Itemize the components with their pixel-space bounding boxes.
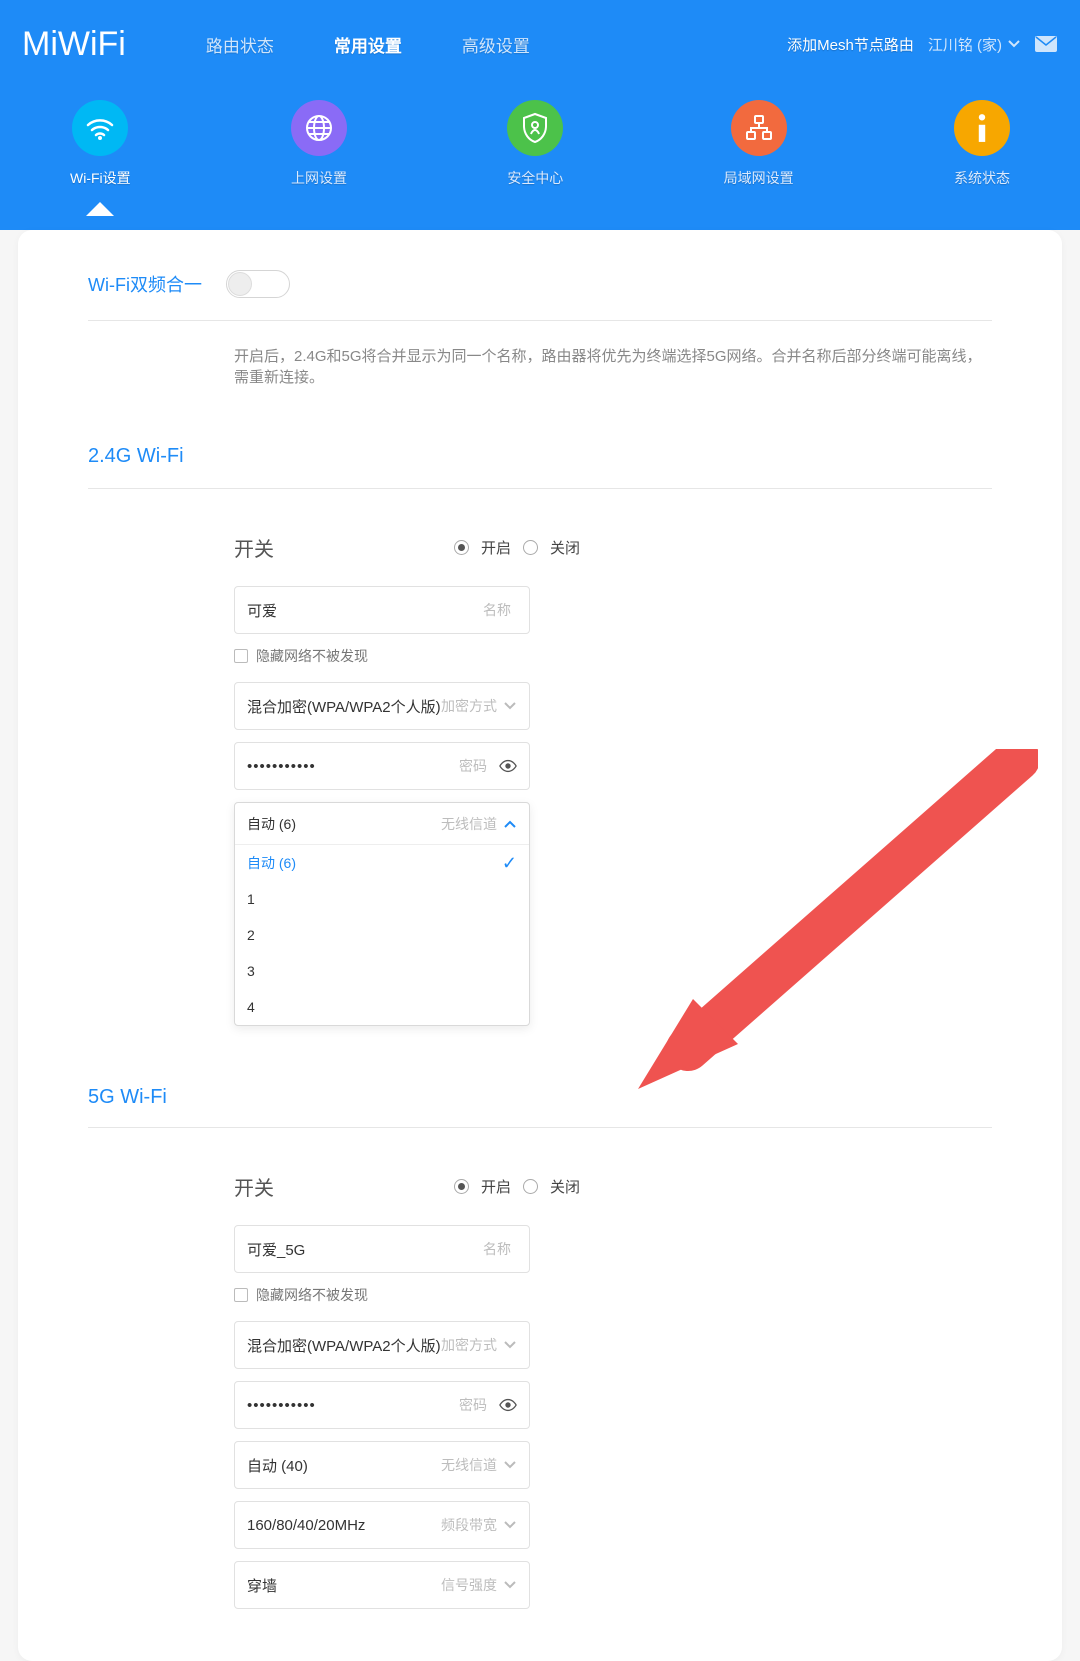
hide-network-row-24g[interactable]: 隐藏网络不被发现 xyxy=(234,646,992,666)
radio-on-24g[interactable] xyxy=(454,540,469,555)
radio-on-5g[interactable] xyxy=(454,1179,469,1194)
user-name: 江川铭 (家) xyxy=(928,34,1002,55)
channel-options-24g: 自动 (6) ✓ 1 2 3 4 xyxy=(235,845,529,1025)
channel-option-2[interactable]: 2 xyxy=(235,917,529,953)
topbar-right: 添加Mesh节点路由 江川铭 (家) xyxy=(787,34,1058,55)
radio-off-5g[interactable] xyxy=(523,1179,538,1194)
channel-option-4[interactable]: 4 xyxy=(235,989,529,1025)
signal-field-5g[interactable]: 穿墙 信号强度 xyxy=(234,1561,530,1609)
name-field-24g[interactable]: 可爱 名称 xyxy=(234,586,530,634)
nav-router-status[interactable]: 路由状态 xyxy=(206,32,274,57)
subnav: Wi-Fi设置 上网设置 安全中心 局域网设置 系统状态 xyxy=(0,80,1080,188)
channel-dropdown-24g: 自动 (6) 无线信道 自动 (6) ✓ 1 2 3 4 xyxy=(234,802,530,1026)
hide-checkbox-24g[interactable] xyxy=(234,649,248,663)
topnav: 路由状态 常用设置 高级设置 xyxy=(206,32,530,57)
chevron-down-icon xyxy=(503,1340,517,1350)
encryption-field-5g[interactable]: 混合加密(WPA/WPA2个人版) 加密方式 xyxy=(234,1321,530,1369)
toggle-knob xyxy=(228,272,252,296)
info-icon xyxy=(954,100,1010,156)
chevron-down-icon xyxy=(1008,40,1020,48)
channel-option-auto[interactable]: 自动 (6) ✓ xyxy=(235,845,529,881)
channel-option-3[interactable]: 3 xyxy=(235,953,529,989)
eye-icon[interactable] xyxy=(499,1398,517,1412)
form-5g: 开关 开启 关闭 可爱_5G 名称 隐藏网络不被发现 混合加密(WPA/WPA2… xyxy=(88,1128,992,1609)
chevron-down-icon xyxy=(503,1580,517,1590)
switch-row-24g: 开关 开启 关闭 xyxy=(234,505,992,586)
name-field-5g[interactable]: 可爱_5G 名称 xyxy=(234,1225,530,1273)
name-value-24g: 可爱 xyxy=(247,600,483,621)
channel-field-5g[interactable]: 自动 (40) 无线信道 xyxy=(234,1441,530,1489)
chevron-up-icon xyxy=(503,819,517,829)
settings-panel: Wi-Fi双频合一 开启后，2.4G和5G将合并显示为同一个名称，路由器将优先为… xyxy=(18,230,1062,1661)
chevron-down-icon xyxy=(503,701,517,711)
encryption-field-24g[interactable]: 混合加密(WPA/WPA2个人版) 加密方式 xyxy=(234,682,530,730)
subnav-internet[interactable]: 上网设置 xyxy=(291,100,347,188)
check-icon: ✓ xyxy=(502,853,517,874)
hide-network-row-5g[interactable]: 隐藏网络不被发现 xyxy=(234,1285,992,1305)
header: MiWiFi 路由状态 常用设置 高级设置 添加Mesh节点路由 江川铭 (家)… xyxy=(0,0,1080,230)
dualband-row: Wi-Fi双频合一 xyxy=(88,270,992,321)
nav-advanced-settings[interactable]: 高级设置 xyxy=(462,32,530,57)
switch-label: 开关 xyxy=(234,533,274,562)
wifi-icon xyxy=(72,100,128,156)
shield-icon xyxy=(507,100,563,156)
subnav-lan[interactable]: 局域网设置 xyxy=(724,100,794,188)
section-5g-title: 5G Wi-Fi xyxy=(88,1026,992,1128)
password-field-5g[interactable]: ••••••••••• 密码 xyxy=(234,1381,530,1429)
nav-common-settings[interactable]: 常用设置 xyxy=(334,32,402,57)
network-icon xyxy=(731,100,787,156)
switch-radios-5g: 开启 关闭 xyxy=(454,1176,580,1197)
dualband-label: Wi-Fi双频合一 xyxy=(88,271,202,297)
dualband-desc: 开启后，2.4G和5G将合并显示为同一个名称，路由器将优先为终端选择5G网络。合… xyxy=(88,321,992,387)
chevron-down-icon xyxy=(503,1460,517,1470)
logo: MiWiFi xyxy=(22,25,126,64)
radio-off-24g[interactable] xyxy=(523,540,538,555)
password-field-24g[interactable]: ••••••••••• 密码 xyxy=(234,742,530,790)
subnav-system[interactable]: 系统状态 xyxy=(954,100,1010,188)
topbar: MiWiFi 路由状态 常用设置 高级设置 添加Mesh节点路由 江川铭 (家) xyxy=(0,8,1080,80)
add-mesh-link[interactable]: 添加Mesh节点路由 xyxy=(787,34,914,55)
eye-icon[interactable] xyxy=(499,759,517,773)
switch-radios-24g: 开启 关闭 xyxy=(454,537,580,558)
bandwidth-field-5g[interactable]: 160/80/40/20MHz 频段带宽 xyxy=(234,1501,530,1549)
switch-row-5g: 开关 开启 关闭 xyxy=(234,1144,992,1225)
dualband-toggle[interactable] xyxy=(226,270,290,298)
subnav-security[interactable]: 安全中心 xyxy=(507,100,563,188)
form-24g: 开关 开启 关闭 可爱 名称 隐藏网络不被发现 混合加密(WPA/WPA2个人版… xyxy=(88,489,992,1026)
hide-checkbox-5g[interactable] xyxy=(234,1288,248,1302)
channel-select-24g[interactable]: 自动 (6) 无线信道 xyxy=(235,803,529,845)
subnav-wifi[interactable]: Wi-Fi设置 xyxy=(70,100,131,188)
mail-icon[interactable] xyxy=(1034,35,1058,53)
globe-icon xyxy=(291,100,347,156)
channel-option-1[interactable]: 1 xyxy=(235,881,529,917)
user-menu[interactable]: 江川铭 (家) xyxy=(928,34,1020,55)
chevron-down-icon xyxy=(503,1520,517,1530)
section-24g-title: 2.4G Wi-Fi xyxy=(88,427,992,489)
